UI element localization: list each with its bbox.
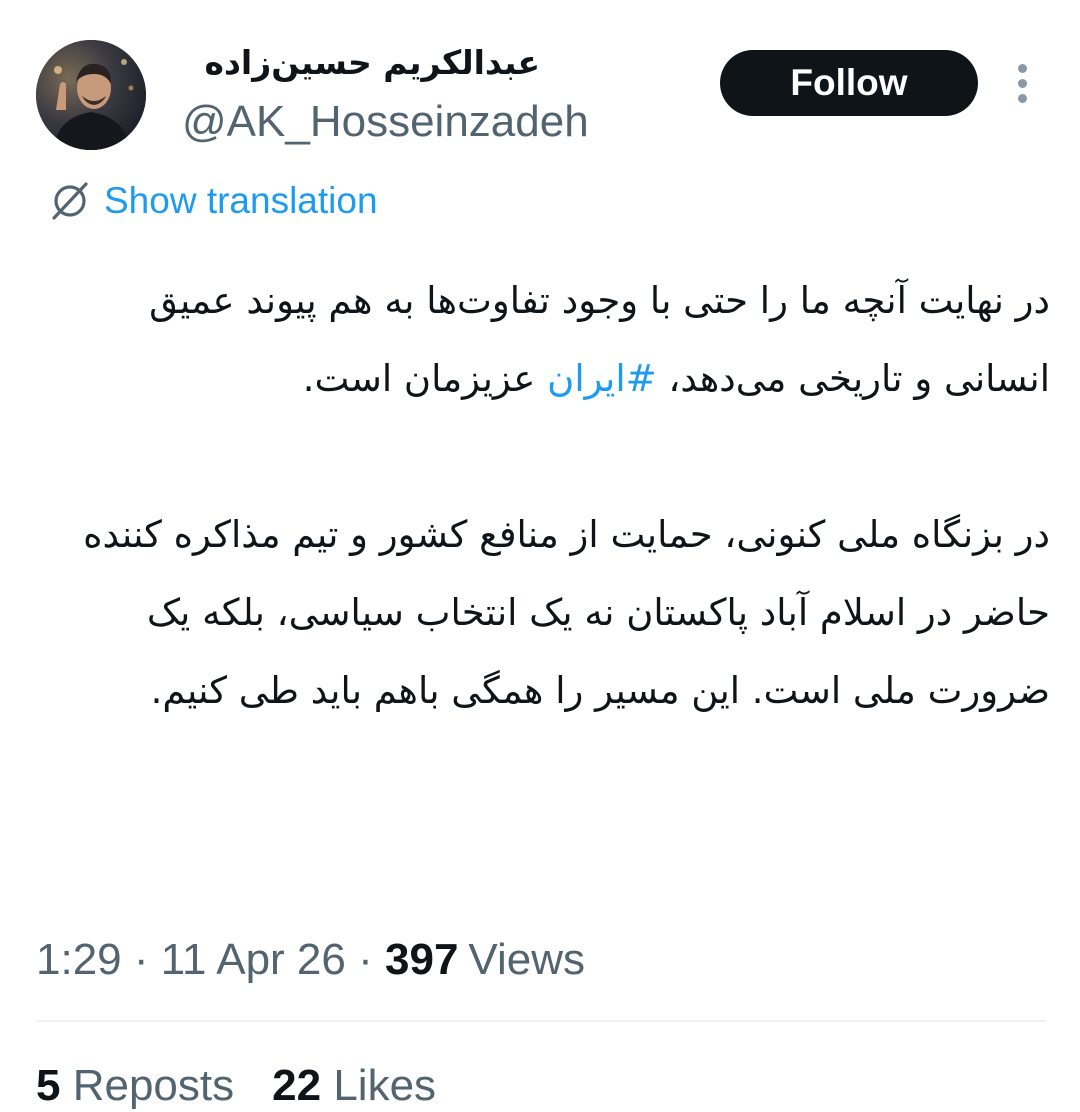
user-handle[interactable]: @AK_Hosseinzadeh [182,96,589,148]
likes-label: Likes [333,1061,437,1110]
tweet-time[interactable]: 1:29 [36,935,122,984]
tweet-text-segment: عزیزمان است. [302,357,548,400]
show-translation-link[interactable]: Show translation [46,176,378,226]
translate-globe-slash-icon [52,182,88,220]
display-name[interactable]: عبدالکریم حسین‌زاده [180,38,540,88]
likes-count: 22 [272,1061,322,1110]
follow-button[interactable]: Follow [720,50,978,116]
divider [36,1020,1046,1022]
tweet-stats: 5 Reposts 22 Likes [36,1060,436,1112]
tweet-date[interactable]: 11 Apr 26 [161,935,346,984]
tweet-page: عبدالکریم حسین‌زاده @AK_Hosseinzadeh Fol… [0,0,1080,1112]
reposts-count: 5 [36,1061,61,1110]
views-count: 397 [385,935,459,984]
show-translation-label: Show translation [104,180,378,221]
tweet-text: در نهایت آنچه ما را حتی با وجود تفاوت‌ها… [70,262,1050,730]
meta-separator: · [133,935,149,984]
meta-separator: · [358,935,373,984]
more-options-icon[interactable] [1010,62,1036,106]
hashtag-link[interactable]: #ایران [547,357,656,400]
reposts-label: Reposts [72,1061,235,1110]
views-label: Views [468,935,585,984]
avatar[interactable] [36,40,146,150]
tweet-paragraph-2: در بزنگاه ملی کنونی، حمایت از منافع کشور… [83,513,1050,712]
likes-link[interactable]: 22 Likes [272,1061,436,1110]
tweet-meta: 1:29 · 11 Apr 26 · 397 Views [36,934,585,986]
reposts-link[interactable]: 5 Reposts [36,1061,234,1110]
tweet-paragraph-1: در نهایت آنچه ما را حتی با وجود تفاوت‌ها… [70,262,1050,418]
